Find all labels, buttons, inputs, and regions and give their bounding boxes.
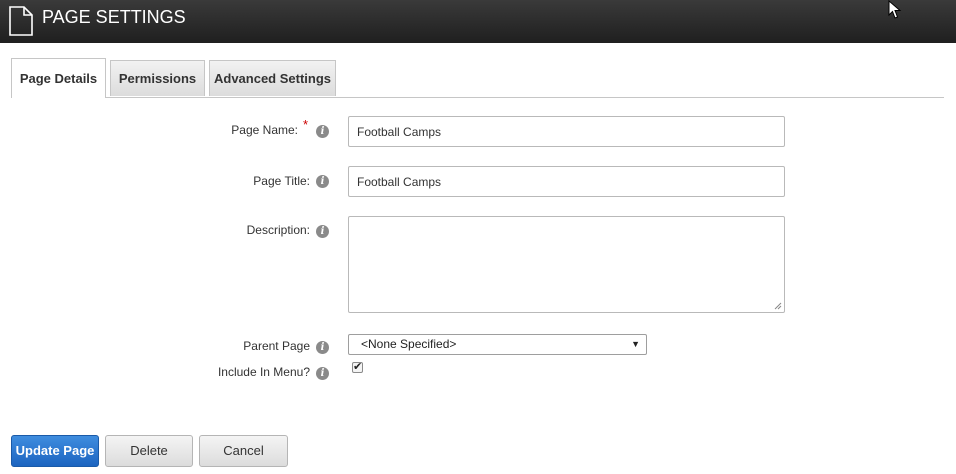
page-name-label: Page Name: (231, 123, 298, 137)
tab-divider (11, 97, 944, 98)
parent-page-selected-value: <None Specified> (361, 337, 457, 351)
page-icon (9, 6, 33, 36)
page-name-input[interactable] (348, 116, 785, 147)
parent-page-select[interactable]: <None Specified> ▼ (348, 334, 647, 355)
title-bar: PAGE SETTINGS (0, 0, 956, 43)
parent-page-label: Parent Page (243, 339, 310, 353)
description-label: Description: (246, 223, 310, 237)
tab-advanced-settings[interactable]: Advanced Settings (209, 60, 336, 96)
update-page-button[interactable]: Update Page (11, 435, 99, 467)
info-icon[interactable]: i (316, 175, 329, 188)
info-icon[interactable]: i (316, 367, 329, 380)
resize-grip-icon[interactable] (774, 302, 782, 310)
page-title-label: Page Title: (253, 174, 310, 188)
include-in-menu-checkbox[interactable]: ✔ (352, 361, 363, 373)
info-icon[interactable]: i (316, 225, 329, 238)
dropdown-arrow-icon: ▼ (631, 339, 640, 349)
checkmark-icon: ✔ (353, 361, 363, 373)
page-title: PAGE SETTINGS (42, 7, 186, 27)
page-title-input[interactable] (348, 166, 785, 197)
info-icon[interactable]: i (316, 341, 329, 354)
tab-permissions[interactable]: Permissions (110, 60, 205, 96)
mouse-pointer-icon (888, 0, 902, 19)
include-in-menu-label: Include In Menu? (217, 365, 310, 379)
delete-button[interactable]: Delete (105, 435, 193, 467)
description-textarea[interactable] (348, 216, 785, 313)
tab-page-details[interactable]: Page Details (11, 58, 106, 98)
cancel-button[interactable]: Cancel (199, 435, 288, 467)
info-icon[interactable]: i (316, 125, 329, 138)
required-marker: * (303, 117, 309, 132)
